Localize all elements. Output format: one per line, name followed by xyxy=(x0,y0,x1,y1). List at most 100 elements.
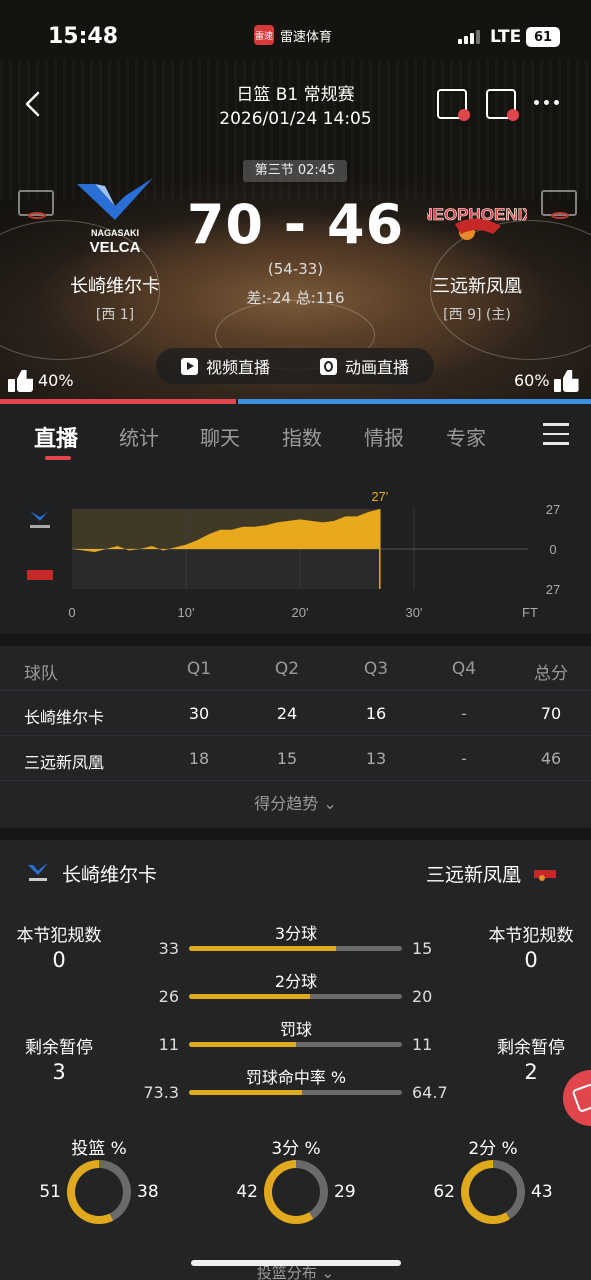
ring-title: 2分 % xyxy=(468,1139,518,1159)
team-stats: 长崎维尔卡 三远新凤凰 本节犯规数 0 本节犯规数 0 剩余暂停 3 剩余暂停 … xyxy=(0,840,591,1280)
home-fouls-value: 0 xyxy=(52,948,66,972)
chart-x-tick: 10' xyxy=(178,605,195,620)
chart-away-logo-icon xyxy=(27,570,53,580)
stat-bar-track xyxy=(189,994,402,999)
chart-home-logo-icon xyxy=(30,525,50,528)
chart-x-tick: 20' xyxy=(292,605,309,620)
stat-bar-track xyxy=(189,1090,402,1095)
chart-y-tick: 0 xyxy=(549,542,556,557)
table-header: 球队 Q1 Q2 Q3 Q4 总分 xyxy=(0,646,591,691)
app-logo-icon: 雷速 xyxy=(254,25,274,45)
ring-away-value: 38 xyxy=(137,1182,159,1202)
clock: 15:48 xyxy=(48,24,119,49)
ring-hole xyxy=(75,1168,123,1216)
ring-hole xyxy=(469,1168,517,1216)
stat-bar-fill xyxy=(189,1042,296,1047)
chart-y-tick: 27 xyxy=(546,502,560,517)
active-tab-indicator xyxy=(45,456,71,460)
stat-bar-label: 罚球命中率 % xyxy=(245,1068,347,1087)
quarter-score-table: 球队 Q1 Q2 Q3 Q4 总分 长崎维尔卡 30 24 16 - 70 三远… xyxy=(0,646,591,827)
home-fouls-label: 本节犯规数 xyxy=(16,926,102,946)
col-q2: Q2 xyxy=(274,659,300,679)
ring-away-value: 29 xyxy=(334,1182,356,1202)
score-diff: 差:-24 总:116 xyxy=(246,289,345,307)
chart-x-tick: 30' xyxy=(406,605,423,620)
home-indicator xyxy=(191,1260,401,1266)
tab-bar: 直播 统计 聊天 指数 情报 专家 xyxy=(0,404,591,464)
tab-chat[interactable]: 聊天 xyxy=(200,422,240,451)
percentage-ring xyxy=(264,1160,328,1224)
float-window-icon[interactable] xyxy=(437,89,470,121)
live-buttons: 视频直播 动画直播 xyxy=(156,348,434,384)
tab-experts[interactable]: 专家 xyxy=(446,422,486,451)
col-q3: Q3 xyxy=(363,659,389,679)
animation-icon xyxy=(319,357,337,375)
halftime-score: (54-33) xyxy=(267,260,324,278)
network-type: LTE xyxy=(490,27,522,47)
home-timeouts-label: 剩余暂停 xyxy=(25,1038,93,1058)
stat-bar-away-value: 64.7 xyxy=(412,1083,448,1102)
play-icon xyxy=(180,357,198,375)
app-name: 雷速体育 xyxy=(280,29,333,45)
col-total: 总分 xyxy=(534,664,568,684)
table-row: 三远新凤凰 18 15 13 - 46 xyxy=(0,736,591,781)
home-team-logo xyxy=(28,862,48,881)
video-live-button[interactable]: 视频直播 xyxy=(156,354,295,378)
tab-stats[interactable]: 统计 xyxy=(119,422,159,451)
col-q4: Q4 xyxy=(451,659,477,679)
col-team: 球队 xyxy=(24,664,58,684)
status-bar: 15:48 雷速 雷速体育 LTE 61 xyxy=(0,0,591,70)
percentage-ring xyxy=(67,1160,131,1224)
chart-x-tick: FT xyxy=(522,605,538,620)
app-badge: 雷速 雷速体育 xyxy=(254,25,332,45)
score-trend-chart: 27' 27 0 27 0 10' 20' 30' FT xyxy=(0,464,591,634)
stat-bar-away-value: 20 xyxy=(412,987,433,1006)
stats-home-name: 长崎维尔卡 xyxy=(62,864,158,886)
stat-bar-track xyxy=(189,946,402,951)
tab-live[interactable]: 直播 xyxy=(34,421,78,453)
stat-bar-home-value: 11 xyxy=(158,1035,179,1054)
stats-away-name: 三远新凤凰 xyxy=(426,864,522,886)
ring-home-value: 51 xyxy=(39,1182,61,1202)
stat-bar-home-value: 33 xyxy=(158,939,179,958)
score-trend-toggle[interactable]: 得分趋势 ⌄ xyxy=(0,781,591,827)
col-q1: Q1 xyxy=(186,659,212,679)
away-vote-percent: 60% xyxy=(514,370,550,390)
stats-away-team: 三远新凤凰 xyxy=(426,860,557,887)
tab-odds[interactable]: 指数 xyxy=(282,422,322,451)
ring-title: 3分 % xyxy=(271,1139,321,1159)
away-team-logo xyxy=(534,869,557,881)
ring-home-value: 42 xyxy=(236,1182,258,1202)
section-divider xyxy=(0,828,591,840)
home-timeouts-value: 3 xyxy=(52,1060,66,1084)
away-vote[interactable]: 60% xyxy=(514,368,580,392)
ring-home-value: 62 xyxy=(433,1182,455,1202)
ring-away-value: 43 xyxy=(531,1182,553,1202)
stat-bar-fill xyxy=(189,946,336,951)
ring-hole xyxy=(272,1168,320,1216)
chart-y-tick: 27 xyxy=(546,582,560,597)
away-fouls-label: 本节犯规数 xyxy=(488,926,574,946)
stat-bar-fill xyxy=(189,994,311,999)
stat-bar-home-value: 73.3 xyxy=(143,1083,179,1102)
thumbs-up-icon xyxy=(553,368,580,392)
battery-icon: 61 xyxy=(526,27,560,47)
animation-live-button[interactable]: 动画直播 xyxy=(295,354,434,378)
menu-icon[interactable] xyxy=(543,423,569,452)
chart-marker-label: 27' xyxy=(371,489,388,504)
pip-icon[interactable] xyxy=(486,89,519,121)
tab-intel[interactable]: 情报 xyxy=(364,422,404,451)
period-badge: 第三节 02:45 xyxy=(243,160,347,182)
chart-home-logo-icon xyxy=(30,509,50,521)
stat-bar-label: 2分球 xyxy=(274,972,318,991)
main-score: 70 - 46 xyxy=(186,193,405,256)
more-icon[interactable] xyxy=(534,100,559,105)
percentage-ring xyxy=(461,1160,525,1224)
home-vote[interactable]: 40% xyxy=(8,368,74,392)
stat-bar-fill xyxy=(189,1090,302,1095)
chart-x-tick: 0 xyxy=(68,605,75,620)
stats-home-team: 长崎维尔卡 xyxy=(26,860,157,887)
section-divider xyxy=(0,634,591,646)
home-vote-percent: 40% xyxy=(38,370,74,390)
thumbs-up-icon xyxy=(8,368,34,392)
